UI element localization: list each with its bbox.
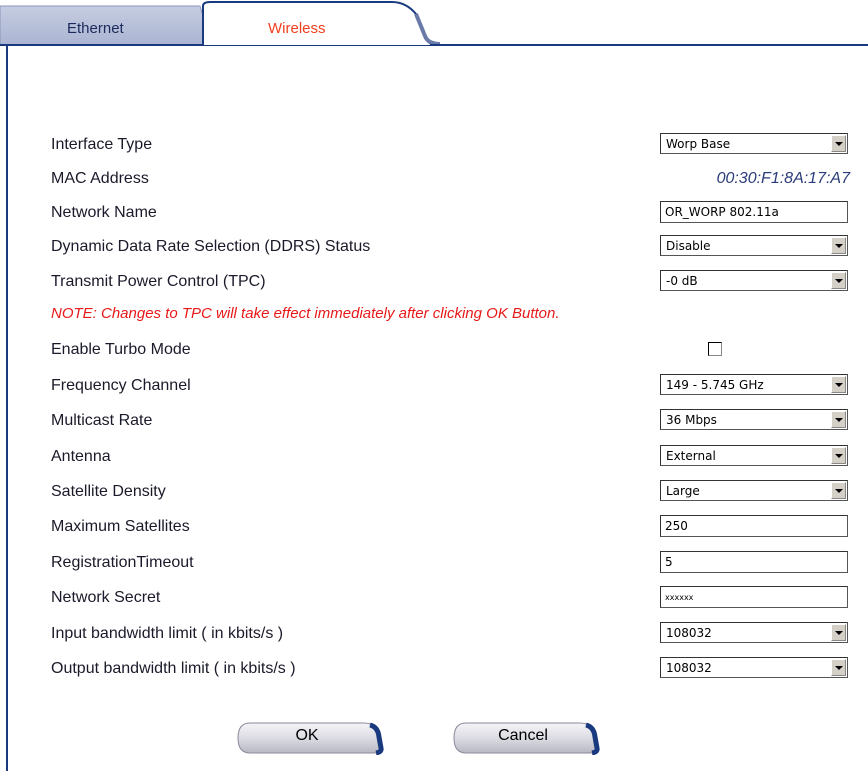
interface-type-value: Worp Base — [666, 137, 731, 151]
registration-timeout-value: 5 — [665, 555, 673, 569]
turbo-mode-checkbox[interactable] — [708, 342, 722, 356]
multicast-rate-value: 36 Mbps — [666, 413, 717, 427]
antenna-label: Antenna — [51, 448, 111, 465]
antenna-value: External — [666, 449, 716, 463]
cancel-button[interactable]: Cancel — [452, 721, 600, 756]
frequency-channel-label: Frequency Channel — [51, 377, 191, 394]
max-satellites-input[interactable]: 250 — [660, 515, 848, 537]
output-bandwidth-select[interactable]: 108032 — [660, 657, 848, 678]
antenna-select[interactable]: External — [660, 445, 848, 466]
chevron-down-icon[interactable] — [831, 624, 846, 641]
multicast-rate-label: Multicast Rate — [51, 412, 153, 429]
row-multicast-rate: Multicast Rate 36 Mbps — [51, 406, 851, 436]
row-mac-address: MAC Address 00:30:F1:8A:17:A7 — [51, 164, 851, 194]
row-output-bandwidth: Output bandwidth limit ( in kbits/s ) 10… — [51, 654, 851, 684]
network-name-input[interactable]: OR_WORP 802.11a — [660, 201, 848, 223]
input-bandwidth-label: Input bandwidth limit ( in kbits/s ) — [51, 625, 284, 642]
row-max-satellites: Maximum Satellites 250 — [51, 512, 851, 542]
chevron-down-icon[interactable] — [831, 237, 846, 254]
frequency-channel-value: 149 - 5.745 GHz — [666, 378, 764, 392]
satellite-density-value: Large — [666, 484, 700, 498]
network-name-label: Network Name — [51, 204, 157, 221]
network-secret-label: Network Secret — [51, 589, 161, 606]
row-interface-type: Interface Type Worp Base — [51, 130, 851, 160]
frame-border — [6, 44, 8, 771]
max-satellites-value: 250 — [665, 519, 688, 533]
tpc-label: Transmit Power Control (TPC) — [51, 273, 266, 290]
interface-type-label: Interface Type — [51, 136, 153, 153]
row-turbo-mode: Enable Turbo Mode — [51, 335, 851, 365]
row-input-bandwidth: Input bandwidth limit ( in kbits/s ) 108… — [51, 619, 851, 649]
tab-bar: Ethernet Wireless — [0, 0, 868, 47]
tpc-note: NOTE: Changes to TPC will take effect im… — [51, 305, 560, 322]
mac-address-label: MAC Address — [51, 170, 149, 187]
input-bandwidth-value: 108032 — [666, 626, 712, 640]
row-antenna: Antenna External — [51, 442, 851, 472]
interface-type-select[interactable]: Worp Base — [660, 133, 848, 154]
frequency-channel-select[interactable]: 149 - 5.745 GHz — [660, 374, 848, 395]
row-frequency-channel: Frequency Channel 149 - 5.745 GHz — [51, 371, 851, 401]
row-registration-timeout: RegistrationTimeout 5 — [51, 548, 851, 578]
ok-button[interactable]: OK — [236, 721, 384, 756]
row-satellite-density: Satellite Density Large — [51, 477, 851, 507]
input-bandwidth-select[interactable]: 108032 — [660, 622, 848, 643]
chevron-down-icon[interactable] — [831, 482, 846, 499]
tab-bar-graphic — [0, 1, 868, 47]
row-tpc: Transmit Power Control (TPC) -0 dB — [51, 267, 851, 297]
ddrs-status-select[interactable]: Disable — [660, 235, 848, 256]
tab-wireless[interactable]: Wireless — [268, 20, 326, 37]
row-network-secret: Network Secret xxxxxx — [51, 583, 851, 613]
network-secret-value: xxxxxx — [665, 593, 694, 602]
multicast-rate-select[interactable]: 36 Mbps — [660, 409, 848, 430]
network-secret-input[interactable]: xxxxxx — [660, 586, 848, 608]
output-bandwidth-label: Output bandwidth limit ( in kbits/s ) — [51, 660, 296, 677]
satellite-density-select[interactable]: Large — [660, 480, 848, 501]
chevron-down-icon[interactable] — [831, 411, 846, 428]
ddrs-status-value: Disable — [666, 239, 711, 253]
chevron-down-icon[interactable] — [831, 376, 846, 393]
row-network-name: Network Name OR_WORP 802.11a — [51, 198, 851, 228]
network-name-value: OR_WORP 802.11a — [665, 205, 779, 219]
chevron-down-icon[interactable] — [831, 659, 846, 676]
registration-timeout-input[interactable]: 5 — [660, 551, 848, 573]
chevron-down-icon[interactable] — [831, 447, 846, 464]
max-satellites-label: Maximum Satellites — [51, 518, 190, 535]
ddrs-status-label: Dynamic Data Rate Selection (DDRS) Statu… — [51, 238, 371, 255]
row-ddrs-status: Dynamic Data Rate Selection (DDRS) Statu… — [51, 232, 851, 262]
cancel-button-label: Cancel — [498, 727, 548, 744]
tpc-select[interactable]: -0 dB — [660, 270, 848, 291]
satellite-density-label: Satellite Density — [51, 483, 166, 500]
output-bandwidth-value: 108032 — [666, 661, 712, 675]
ok-button-label: OK — [295, 727, 319, 744]
chevron-down-icon[interactable] — [831, 272, 846, 289]
mac-address-value: 00:30:F1:8A:17:A7 — [716, 170, 850, 187]
registration-timeout-label: RegistrationTimeout — [51, 554, 194, 571]
tpc-value: -0 dB — [666, 274, 698, 288]
turbo-mode-label: Enable Turbo Mode — [51, 341, 191, 358]
tab-ethernet[interactable]: Ethernet — [67, 20, 124, 37]
chevron-down-icon[interactable] — [831, 135, 846, 152]
